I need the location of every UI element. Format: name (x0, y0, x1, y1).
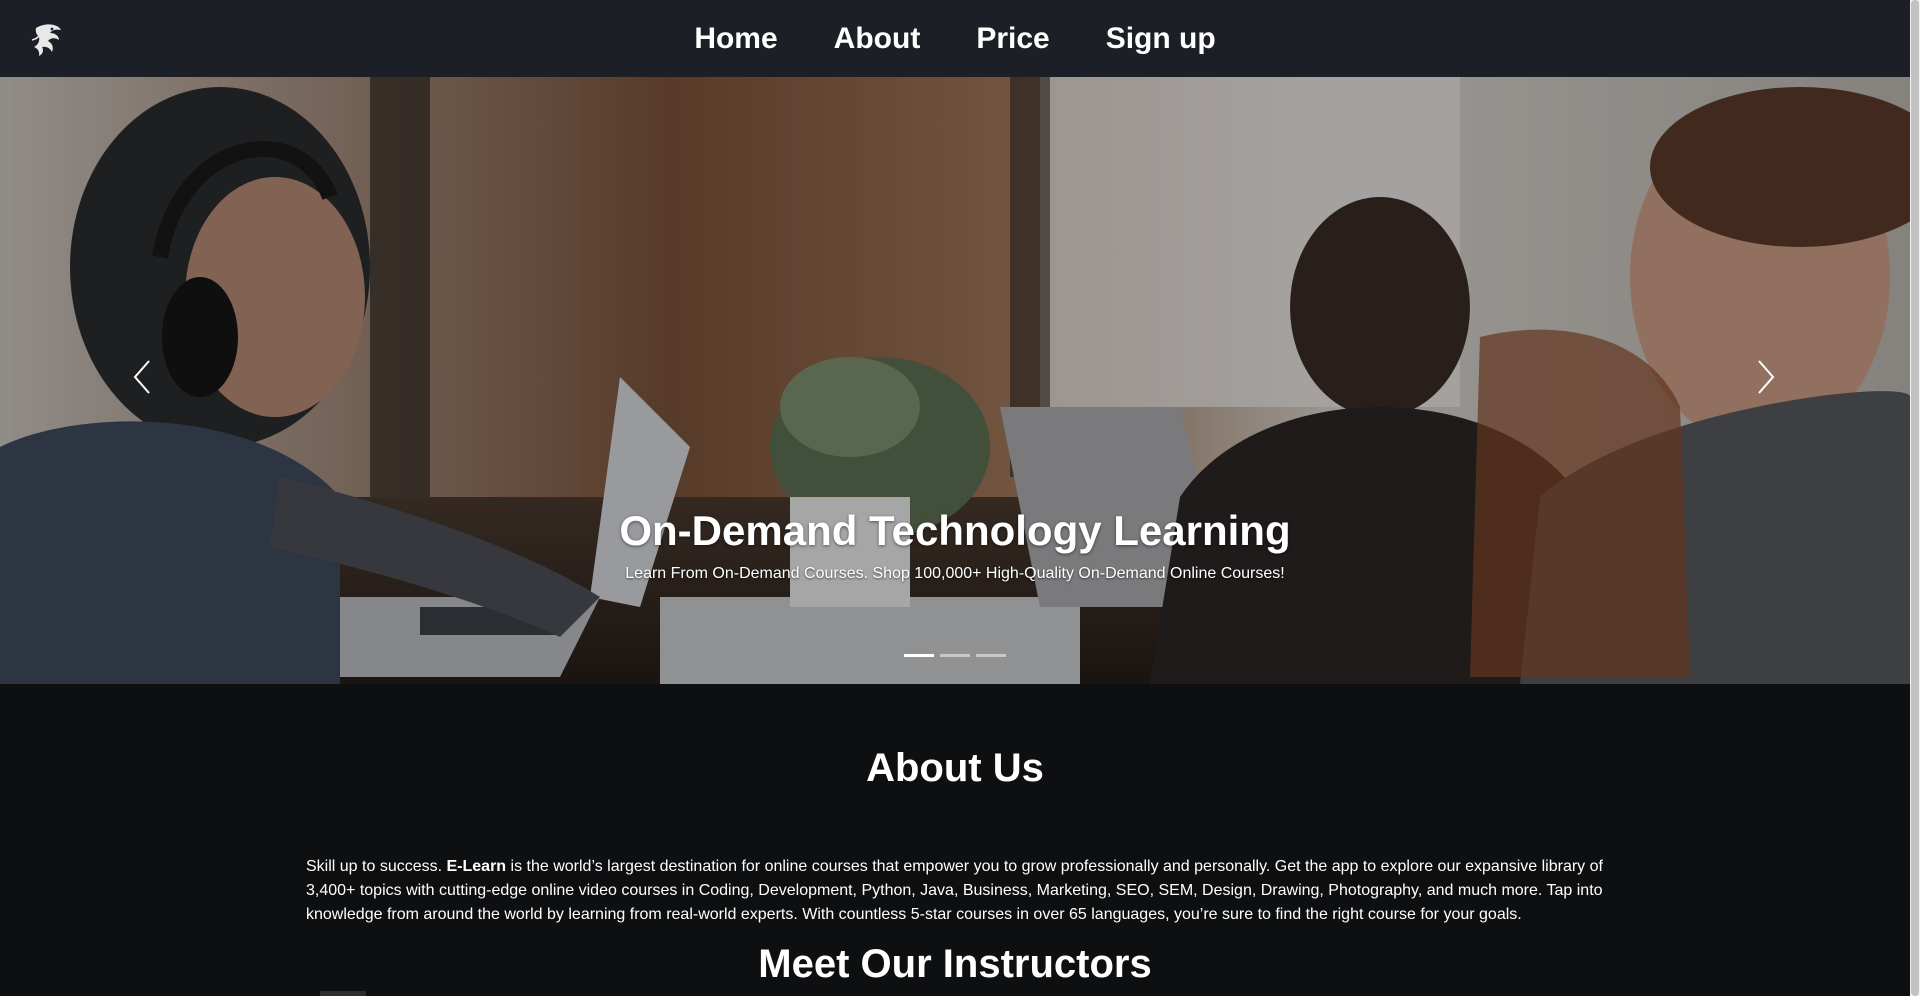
nav-link-about[interactable]: About (834, 22, 921, 56)
carousel-prev-button[interactable] (112, 347, 172, 407)
navbar: Home About Price Sign up (0, 0, 1910, 77)
hero-title: On-Demand Technology Learning (619, 507, 1291, 554)
carousel-next-button[interactable] (1736, 347, 1796, 407)
chevron-left-icon (133, 360, 150, 394)
brand-name: E-Learn (446, 858, 507, 875)
hero-overlay (0, 77, 1910, 684)
hero-carousel: On-Demand Technology Learning Learn From… (0, 77, 1910, 684)
hero-subtitle: Learn From On-Demand Courses. Shop 100,0… (625, 565, 1285, 582)
chevron-right-icon (1758, 360, 1775, 394)
nav-link-home[interactable]: Home (694, 22, 777, 56)
instructor-card-top (320, 991, 366, 996)
page-scrollbar[interactable] (1910, 0, 1920, 996)
scrollbar-thumb[interactable] (1911, 0, 1919, 996)
nav-links: Home About Price Sign up (0, 0, 1910, 77)
nav-link-price[interactable]: Price (976, 22, 1049, 56)
page: Home About Price Sign up On-Demand Techn… (0, 0, 1910, 996)
carousel-indicator-1[interactable] (904, 654, 934, 657)
carousel-indicators (0, 654, 1910, 657)
nav-link-sign-up[interactable]: Sign up (1106, 22, 1216, 56)
carousel-indicator-3[interactable] (976, 654, 1006, 657)
about-text-intro: Skill up to success. (306, 858, 447, 875)
about-heading: About Us (866, 746, 1044, 790)
instructors-heading: Meet Our Instructors (758, 942, 1152, 986)
hero-caption: On-Demand Technology Learning Learn From… (0, 507, 1910, 583)
carousel-indicator-2[interactable] (940, 654, 970, 657)
about-text: Skill up to success. E-Learn is the worl… (306, 855, 1606, 927)
